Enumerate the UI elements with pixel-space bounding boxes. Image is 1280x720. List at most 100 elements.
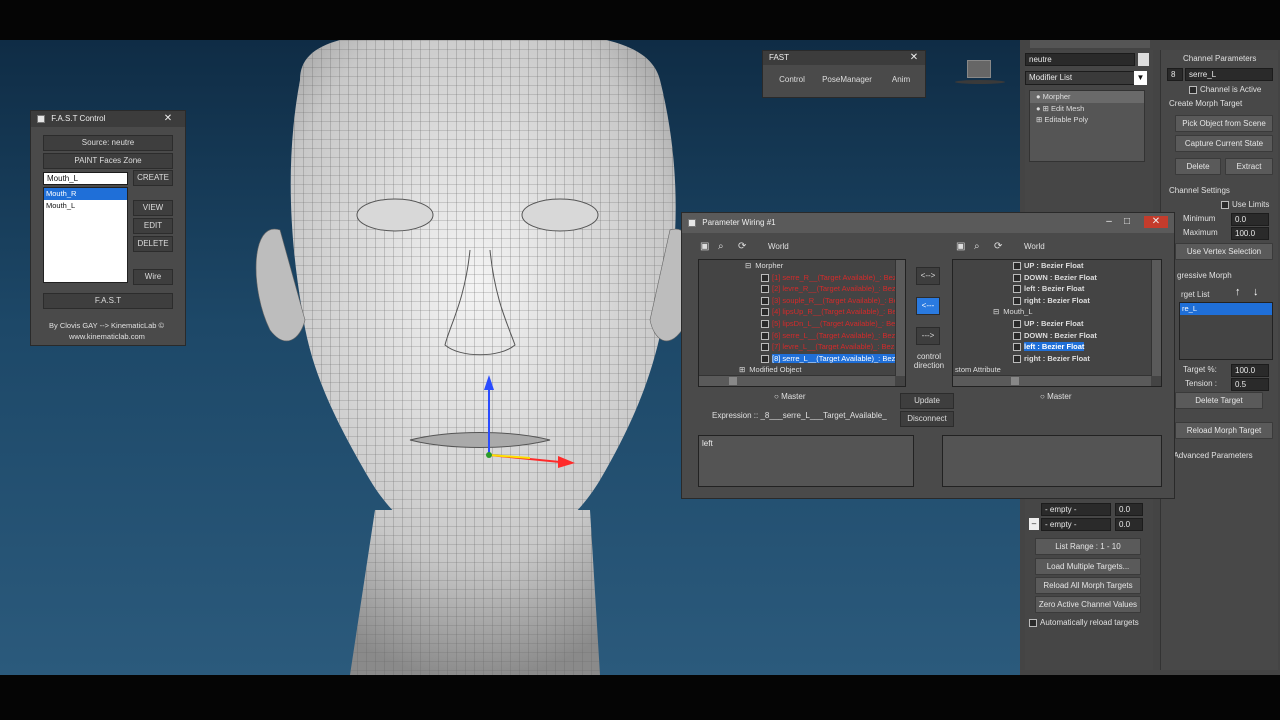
channel-active-checkbox[interactable]: Channel is Active — [1189, 85, 1261, 94]
tension-spinner[interactable]: 0.5 — [1231, 378, 1269, 391]
checkbox[interactable] — [761, 354, 769, 363]
channel-value[interactable]: 0.0 — [1115, 518, 1143, 531]
checkbox[interactable] — [1013, 354, 1021, 363]
use-vertex-selection-button[interactable]: Use Vertex Selection — [1175, 243, 1273, 260]
find-icon[interactable]: ⌕ — [718, 241, 724, 252]
checkbox[interactable] — [761, 331, 769, 340]
tree-item[interactable]: DOWN : Bezier Float — [953, 272, 1151, 284]
tree-item[interactable]: [2] levre_R__(Target Available)_: Bez — [699, 283, 896, 295]
radio-icon[interactable]: ○ — [1040, 392, 1047, 401]
tree-item[interactable]: [1] serre_R__(Target Available)_: Bez — [699, 272, 897, 284]
folder-icon[interactable]: ▣ — [700, 241, 709, 252]
right-parameter-tree[interactable]: UP : Bezier Float DOWN : Bezier Float le… — [952, 259, 1162, 387]
paint-faces-zone-button[interactable]: PAINT Faces Zone — [43, 153, 173, 169]
checkbox[interactable] — [1013, 331, 1021, 340]
find-icon[interactable]: ⌕ — [974, 241, 980, 252]
refresh-icon[interactable]: ⟳ — [738, 241, 746, 252]
horizontal-scrollbar[interactable] — [699, 375, 895, 386]
modifier-list-dropdown[interactable]: Modifier List — [1025, 71, 1140, 85]
viewcube[interactable] — [955, 58, 1005, 88]
delete-button[interactable]: DELETE — [133, 236, 173, 252]
folder-icon[interactable]: ▣ — [956, 241, 965, 252]
channel-parameters-header[interactable]: Channel Parameters — [1183, 54, 1256, 63]
create-button[interactable]: CREATE — [133, 170, 173, 186]
edit-button[interactable]: EDIT — [133, 218, 173, 234]
list-item[interactable]: re_L — [1180, 303, 1272, 315]
checkbox[interactable] — [1013, 319, 1021, 328]
checkbox[interactable] — [761, 285, 769, 294]
pick-object-button[interactable]: Pick Object from Scene — [1175, 115, 1273, 132]
maximize-icon[interactable]: □ — [1120, 216, 1134, 228]
auto-reload-checkbox[interactable]: Automatically reload targets — [1029, 618, 1139, 627]
name-input[interactable]: Mouth_L — [43, 172, 128, 185]
tree-item[interactable]: left : Bezier Float — [953, 283, 1151, 295]
channel-name[interactable]: - empty - — [1041, 518, 1111, 531]
minimum-spinner[interactable]: 0.0 — [1231, 213, 1269, 226]
tree-item[interactable]: [3] souple_R__(Target Available)_: Bez — [699, 295, 902, 307]
object-name-field[interactable]: neutre — [1025, 53, 1135, 66]
object-color-swatch[interactable] — [1138, 53, 1149, 66]
bidirectional-arrow-button[interactable]: <--> — [916, 267, 940, 285]
anim-tab[interactable]: Anim — [881, 73, 921, 89]
channel-name[interactable]: - empty - — [1041, 503, 1111, 516]
posemanager-tab[interactable]: PoseManager — [817, 73, 877, 89]
expression-right-textarea[interactable] — [942, 435, 1162, 487]
tree-item[interactable]: [4] lipsUp_R__(Target Available)_: Bez — [699, 306, 900, 318]
fast-control-titlebar[interactable]: F.A.S.T Control ✕ — [31, 111, 185, 127]
tree-item[interactable]: [6] serre_L__(Target Available)_: Bez — [699, 330, 895, 342]
list-item[interactable]: Mouth_L — [44, 200, 127, 212]
advanced-parameters-header[interactable]: + Advanced Parameters — [1167, 451, 1253, 460]
source-button[interactable]: Source: neutre — [43, 135, 173, 151]
fast-toolbar-titlebar[interactable]: FAST ✕ — [763, 51, 925, 65]
expand-icon[interactable]: ⊞ — [739, 365, 745, 374]
tree-item[interactable]: UP : Bezier Float — [953, 260, 1151, 272]
checkbox[interactable] — [1013, 273, 1021, 282]
checkbox[interactable] — [761, 273, 769, 282]
extract-button[interactable]: Extract — [1225, 158, 1273, 175]
expression-left-textarea[interactable]: left — [698, 435, 914, 487]
checkbox[interactable] — [1221, 200, 1229, 209]
channel-row[interactable]: - empty - 0.0 — [1033, 503, 1149, 516]
checkbox[interactable] — [761, 296, 769, 305]
bulb-icon[interactable]: ● ⊞ — [1036, 104, 1051, 113]
master-right-radio[interactable]: ○ Master — [1040, 392, 1072, 401]
tree-item-group[interactable]: ⊟ Mouth_L — [953, 306, 1151, 318]
tree-item[interactable]: right : Bezier Float — [953, 295, 1151, 307]
tree-item[interactable]: DOWN : Bezier Float — [953, 330, 1151, 342]
left-parameter-tree[interactable]: ⊟ Morpher [1] serre_R__(Target Available)… — [698, 259, 906, 387]
checkbox[interactable] — [761, 308, 769, 317]
command-panel-tabs[interactable] — [1030, 40, 1150, 48]
load-multiple-targets-button[interactable]: Load Multiple Targets... — [1035, 558, 1141, 575]
capture-state-button[interactable]: Capture Current State — [1175, 135, 1273, 152]
fast-button[interactable]: F.A.S.T — [43, 293, 173, 309]
reload-morph-target-button[interactable]: Reload Morph Target — [1175, 422, 1273, 439]
tree-item[interactable]: UP : Bezier Float — [953, 318, 1151, 330]
right-arrow-button[interactable]: ---> — [916, 327, 940, 345]
close-icon[interactable]: ✕ — [907, 52, 921, 64]
disconnect-button[interactable]: Disconnect — [900, 411, 954, 427]
checkbox[interactable] — [1013, 296, 1021, 305]
checkbox[interactable] — [1029, 618, 1037, 627]
left-arrow-button[interactable]: <--- — [916, 297, 940, 315]
tree-item[interactable]: ⊟ Morpher — [699, 260, 895, 272]
checkbox[interactable] — [1013, 262, 1021, 271]
checkbox[interactable] — [1013, 343, 1021, 352]
vertical-scrollbar[interactable] — [1151, 260, 1161, 376]
target-list[interactable]: re_L — [1179, 302, 1273, 360]
tree-item-selected[interactable]: left : Bezier Float — [953, 341, 1151, 353]
modifier-stack-list[interactable]: ● Morpher ● ⊞ Edit Mesh ⊞ Editable Poly — [1029, 90, 1145, 162]
arrow-up-icon[interactable]: ↑ — [1235, 286, 1241, 298]
view-button[interactable]: VIEW — [133, 200, 173, 216]
wire-button[interactable]: Wire — [133, 269, 173, 285]
channel-name-field[interactable]: serre_L — [1185, 68, 1273, 81]
update-button[interactable]: Update — [900, 393, 954, 409]
tree-item[interactable]: [5] lipsDn_L__(Target Available)_: Bez — [699, 318, 899, 330]
arrow-down-icon[interactable]: ↓ — [1253, 286, 1259, 298]
radio-icon[interactable]: ○ — [774, 392, 781, 401]
stack-item-edit-mesh[interactable]: ● ⊞ Edit Mesh — [1030, 103, 1144, 115]
channel-number[interactable]: 8 — [1167, 68, 1183, 81]
checkbox[interactable] — [1013, 285, 1021, 294]
control-tab[interactable]: Control — [769, 73, 815, 89]
zone-list[interactable]: Mouth_R Mouth_L — [43, 187, 128, 283]
expand-icon[interactable]: ⊟ — [993, 307, 999, 316]
